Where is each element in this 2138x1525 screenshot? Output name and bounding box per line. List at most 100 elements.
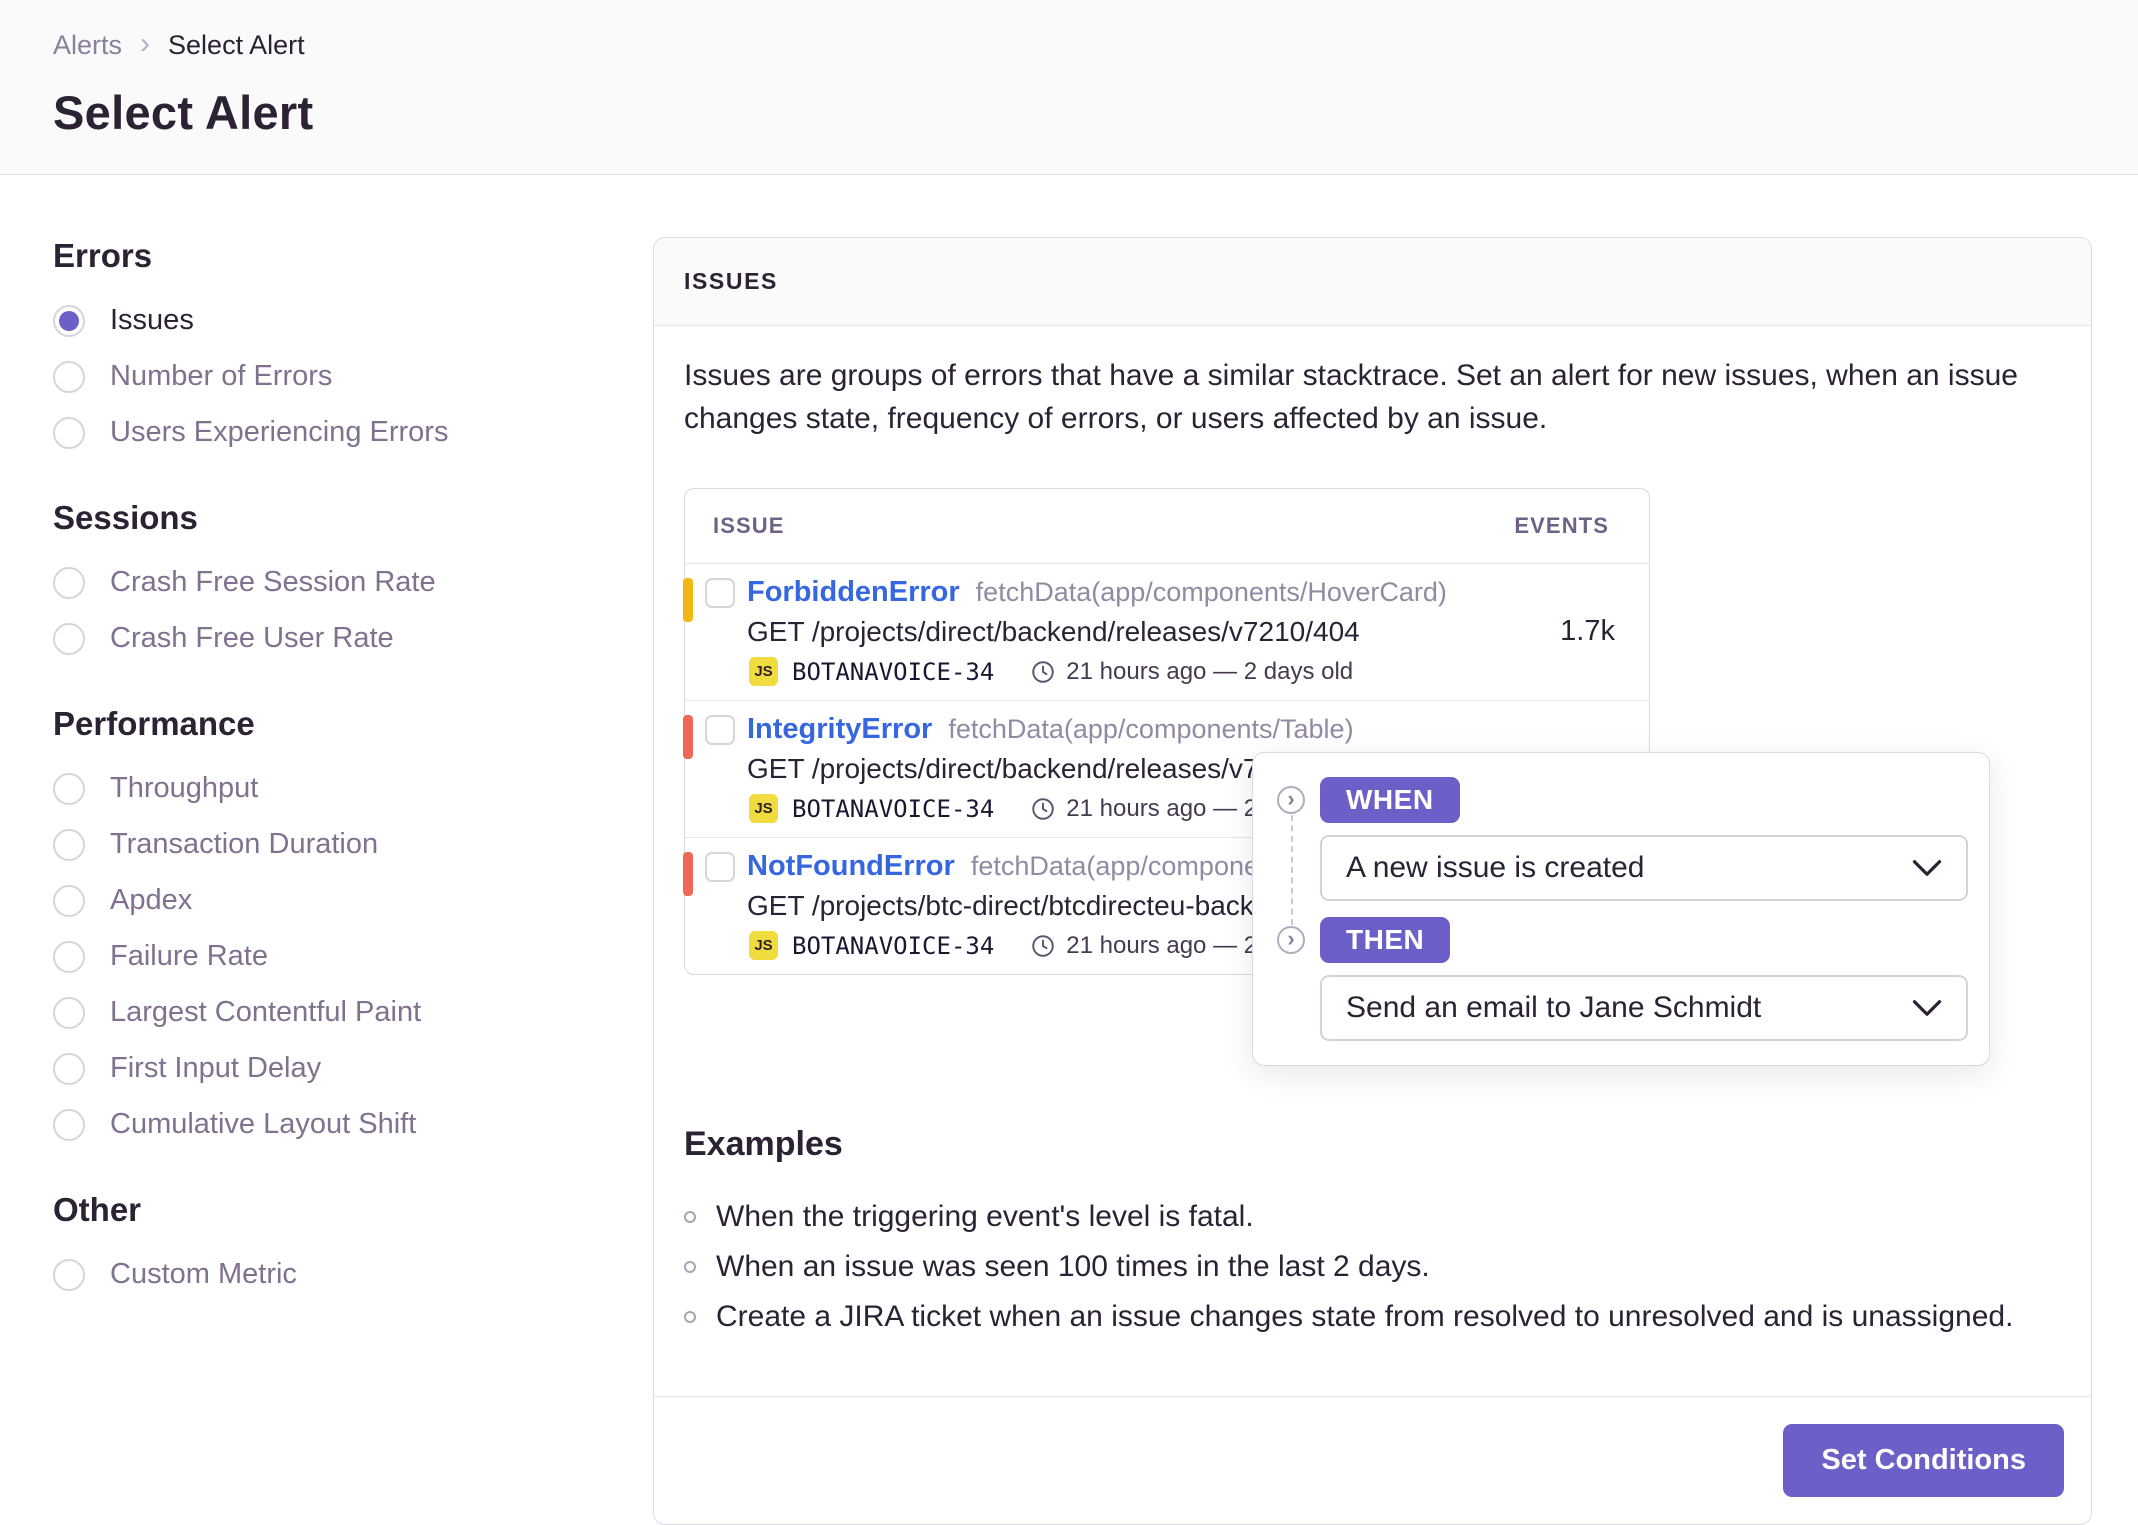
example-text: Create a JIRA ticket when an issue chang…: [716, 1300, 2014, 1333]
radio-icon: [53, 622, 85, 655]
when-badge: WHEN: [1320, 777, 1460, 823]
chevron-right-circle-icon: ›: [1277, 786, 1305, 814]
radio-icon: [53, 416, 85, 449]
chevron-right-circle-icon: ›: [1277, 926, 1305, 954]
radio-icon: [53, 828, 85, 861]
chevron-right-icon: ›: [140, 27, 151, 60]
table-row: ForbiddenError fetchData(app/components/…: [683, 564, 1649, 701]
bullet-icon: [684, 1211, 696, 1223]
radio-icon: [53, 996, 85, 1029]
then-action-value: Send an email to Jane Schmidt: [1346, 991, 1762, 1024]
option-label: Failure Rate: [110, 940, 268, 972]
sidebar-option-custom-metric[interactable]: Custom Metric: [53, 1256, 653, 1293]
sidebar-option-throughput[interactable]: Throughput: [53, 770, 653, 807]
bullet-icon: [684, 1261, 696, 1273]
clock-icon: [1030, 796, 1056, 822]
main-area: ISSUES Issues are groups of errors that …: [653, 237, 2092, 1525]
option-label: Largest Contentful Paint: [110, 996, 422, 1028]
chevron-down-icon: [1912, 859, 1942, 877]
when-condition-select[interactable]: A new issue is created: [1320, 835, 1968, 901]
breadcrumb: Alerts › Select Alert: [53, 27, 2138, 61]
section-title: Sessions: [53, 499, 198, 536]
clock-icon: [1030, 659, 1056, 685]
panel-header: ISSUES: [654, 238, 2091, 326]
breadcrumb-current: Select Alert: [168, 30, 305, 60]
sidebar-option-largest-contentful-paint[interactable]: Largest Contentful Paint: [53, 994, 653, 1031]
issue-summary: ForbiddenError fetchData(app/components/…: [705, 576, 1519, 686]
then-action-select[interactable]: Send an email to Jane Schmidt: [1320, 975, 1968, 1041]
option-label: Crash Free Session Rate: [110, 566, 436, 598]
radio-icon: [53, 360, 85, 393]
level-indicator-bar: [683, 852, 693, 896]
issue-age: 21 hours ago — 2 days old: [1066, 657, 1354, 685]
level-indicator-bar: [683, 715, 693, 759]
section-sessions: Sessions Crash Free Session Rate Crash F…: [53, 499, 653, 657]
when-group: › WHEN A new issue is created: [1277, 777, 1969, 901]
javascript-platform-icon: JS: [749, 657, 778, 686]
radio-selected-icon: [53, 304, 85, 337]
issue-title-link[interactable]: IntegrityError: [747, 713, 932, 746]
alert-rule-preview-card: › WHEN A new issue is created › THEN Sen…: [1252, 752, 1990, 1066]
clock-icon: [1030, 933, 1056, 959]
alert-type-sidebar: Errors Issues Number of Errors Users Exp…: [53, 237, 653, 1525]
then-badge: THEN: [1320, 917, 1451, 963]
sidebar-option-first-input-delay[interactable]: First Input Delay: [53, 1050, 653, 1087]
panel-footer: Set Conditions: [654, 1396, 2091, 1524]
option-label: Custom Metric: [110, 1258, 297, 1290]
issue-short-id: BOTANAVOICE-34: [792, 657, 995, 686]
radio-icon: [53, 1108, 85, 1141]
sidebar-option-apdex[interactable]: Apdex: [53, 882, 653, 919]
option-label: First Input Delay: [110, 1052, 322, 1084]
set-conditions-button[interactable]: Set Conditions: [1783, 1424, 2064, 1497]
issue-title-link[interactable]: ForbiddenError: [747, 576, 960, 609]
sidebar-option-failure-rate[interactable]: Failure Rate: [53, 938, 653, 975]
sidebar-option-issues[interactable]: Issues: [53, 302, 653, 339]
javascript-platform-icon: JS: [749, 931, 778, 960]
option-label: Apdex: [110, 884, 193, 916]
issue-culprit: fetchData(app/components/Table): [948, 714, 1354, 744]
issue-checkbox[interactable]: [705, 714, 735, 745]
section-errors: Errors Issues Number of Errors Users Exp…: [53, 237, 653, 451]
option-label: Crash Free User Rate: [110, 622, 394, 654]
sidebar-option-transaction-duration[interactable]: Transaction Duration: [53, 826, 653, 863]
sidebar-option-crash-free-session-rate[interactable]: Crash Free Session Rate: [53, 564, 653, 601]
example-text: When an issue was seen 100 times in the …: [716, 1250, 1430, 1283]
section-performance: Performance Throughput Transaction Durat…: [53, 705, 653, 1143]
javascript-platform-icon: JS: [749, 794, 778, 823]
content: Errors Issues Number of Errors Users Exp…: [0, 175, 2138, 1525]
section-title: Other: [53, 1191, 142, 1228]
issue-culprit: fetchData(app/component: [970, 851, 1282, 881]
issues-description: Issues are groups of errors that have a …: [684, 359, 2018, 435]
sidebar-option-number-of-errors[interactable]: Number of Errors: [53, 358, 653, 395]
page-title: Select Alert: [53, 86, 314, 139]
issue-table-header: ISSUE EVENTS: [685, 489, 1649, 564]
issue-checkbox[interactable]: [705, 851, 735, 882]
radio-icon: [53, 940, 85, 973]
option-label: Users Experiencing Errors: [110, 416, 449, 448]
sidebar-option-users-experiencing-errors[interactable]: Users Experiencing Errors: [53, 414, 653, 451]
sidebar-option-cumulative-layout-shift[interactable]: Cumulative Layout Shift: [53, 1106, 653, 1143]
column-events: EVENTS: [1514, 513, 1609, 538]
dashed-connector-line: [1291, 815, 1293, 925]
option-label: Transaction Duration: [110, 828, 379, 860]
issue-checkbox[interactable]: [705, 577, 735, 608]
when-condition-value: A new issue is created: [1346, 851, 1645, 884]
examples-list: When the triggering event's level is fat…: [684, 1192, 2061, 1342]
option-label: Number of Errors: [110, 360, 333, 392]
radio-icon: [53, 884, 85, 917]
radio-icon: [53, 772, 85, 805]
radio-icon: [53, 566, 85, 599]
bullet-icon: [684, 1311, 696, 1323]
issue-short-id: BOTANAVOICE-34: [792, 931, 995, 960]
events-count: 1.7k: [1560, 614, 1615, 647]
level-indicator-bar: [683, 578, 693, 622]
breadcrumb-alerts-link[interactable]: Alerts: [53, 30, 122, 61]
radio-icon: [53, 1052, 85, 1085]
section-title: Performance: [53, 705, 255, 742]
examples-title: Examples: [684, 1125, 843, 1163]
sidebar-option-crash-free-user-rate[interactable]: Crash Free User Rate: [53, 620, 653, 657]
example-text: When the triggering event's level is fat…: [716, 1200, 1254, 1233]
option-label: Cumulative Layout Shift: [110, 1108, 417, 1140]
issue-request: GET /projects/direct/backend/releases/v7…: [747, 616, 1360, 647]
issue-title-link[interactable]: NotFoundError: [747, 850, 955, 883]
